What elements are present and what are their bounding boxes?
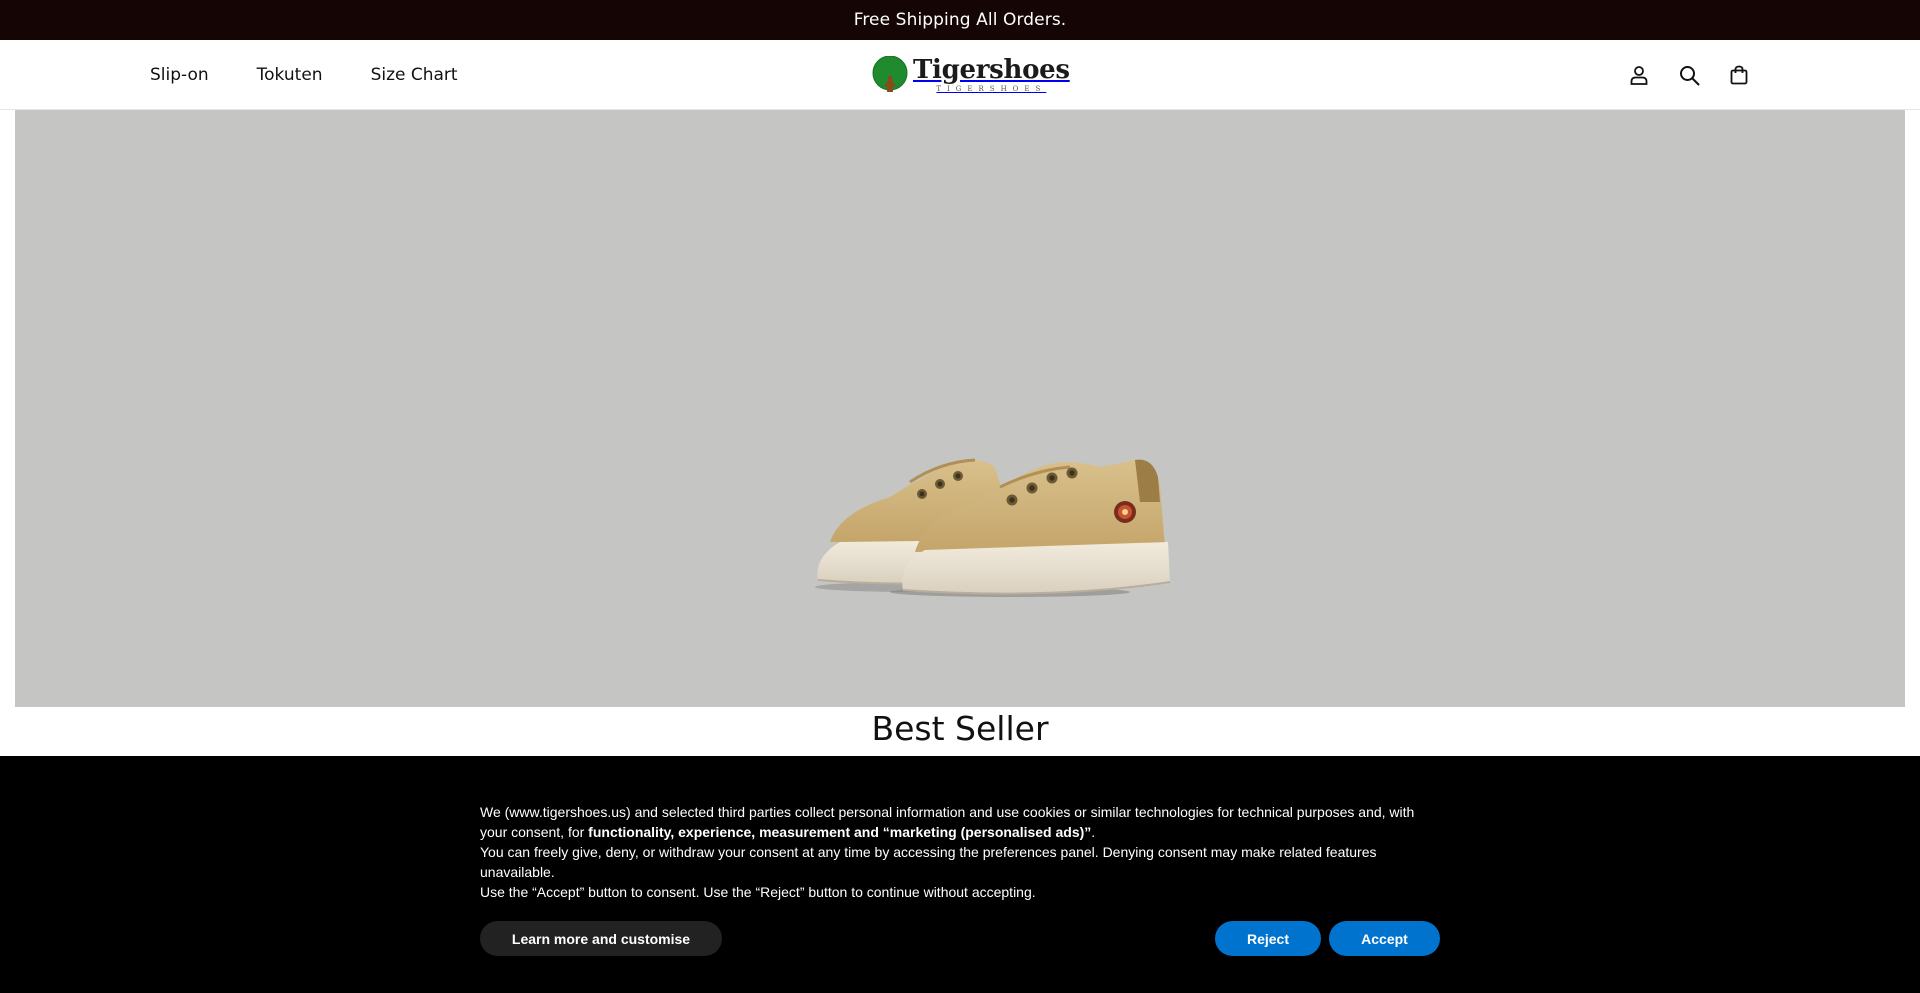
- logo-tagline: TIGERSHOES: [936, 85, 1047, 93]
- header-actions: [1628, 40, 1750, 110]
- reject-button[interactable]: Reject: [1215, 921, 1321, 956]
- nav-item-size-chart[interactable]: Size Chart: [371, 65, 458, 85]
- announcement-text: Free Shipping All Orders.: [853, 10, 1067, 30]
- accept-button[interactable]: Accept: [1329, 921, 1440, 956]
- cookie-consent-text: We (www.tigershoes.us) and selected thir…: [480, 802, 1420, 902]
- tree-logo-icon: [872, 56, 908, 92]
- cart-icon[interactable]: [1728, 64, 1750, 86]
- cookie-text-line1-end: .: [1091, 824, 1096, 840]
- account-icon[interactable]: [1628, 64, 1650, 86]
- cookie-text-line3: Use the “Accept” button to consent. Use …: [480, 884, 1036, 900]
- announcement-bar: Free Shipping All Orders.: [0, 0, 1920, 40]
- cookie-text-purposes: functionality, experience, measurement a…: [588, 824, 1092, 840]
- shoe-product-image: [815, 458, 1171, 597]
- site-logo[interactable]: Tigershoes TIGERSHOES: [871, 54, 1070, 96]
- nav-item-tokuten[interactable]: Tokuten: [257, 65, 323, 85]
- cookie-text-line2: You can freely give, deny, or withdraw y…: [480, 844, 1377, 880]
- logo-name: Tigershoes: [913, 55, 1070, 85]
- hero-banner[interactable]: [15, 110, 1905, 707]
- main-nav: Slip-on Tokuten Size Chart: [150, 40, 458, 110]
- nav-item-slip-on[interactable]: Slip-on: [150, 65, 209, 85]
- learn-more-button[interactable]: Learn more and customise: [480, 921, 722, 956]
- site-header: Slip-on Tokuten Size Chart Tigershoes TI…: [0, 40, 1920, 110]
- best-seller-heading: Best Seller: [871, 709, 1049, 748]
- logo-text: Tigershoes TIGERSHOES: [913, 57, 1070, 93]
- cookie-text-line1: We (www.tigershoes.us) and selected thir…: [480, 802, 1420, 842]
- cookie-consent-banner: We (www.tigershoes.us) and selected thir…: [0, 756, 1920, 993]
- search-icon[interactable]: [1678, 64, 1700, 86]
